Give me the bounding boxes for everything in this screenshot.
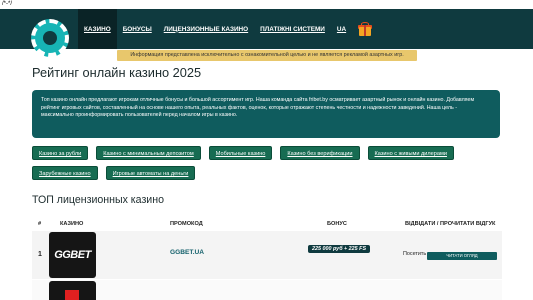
gift-icon[interactable] [358,22,373,36]
casino-chip-logo[interactable] [31,19,69,57]
column-number: # [38,221,42,227]
page-title: Рейтинг онлайн казино 2025 [32,65,202,80]
table-row: 1 GGBET GGBET.UA 225 000 руб + 225 FS По… [32,231,502,279]
code-comment: /*-*/ [0,0,533,9]
disclaimer-notice: Информация представлена исключительно с … [117,50,417,61]
casino-logo[interactable] [49,281,96,300]
visit-link[interactable]: Посетить [403,251,426,257]
column-bonus: БОНУС [327,221,347,227]
bonus-badge: 225 000 руб + 225 FS [308,245,371,253]
main-nav: КАЗИНО БОНУСЫ ЛИЦЕНЗИОННЫЕ КАЗИНО ПЛАТІЖ… [78,9,373,49]
tag-min-deposit[interactable]: Казино с минимальным депозитом [96,146,201,160]
nav-item-payment-systems[interactable]: ПЛАТІЖНІ СИСТЕМИ [254,9,331,49]
category-tags: Казино за рубли Казино с минимальным деп… [32,146,502,180]
row-number: 1 [38,251,42,258]
nav-item-licensed-casinos[interactable]: ЛИЦЕНЗИОННЫЕ КАЗИНО [158,9,254,49]
tag-foreign[interactable]: Зарубежные казино [32,166,98,180]
tag-rubles[interactable]: Казино за рубли [32,146,89,160]
column-casino: КАЗИНО [60,221,84,227]
column-visit-review: ВІДВІДАТИ / ПРОЧИТАТИ ВІДГУК [405,221,496,227]
casino-logo[interactable]: GGBET [49,232,96,278]
read-review-button[interactable]: ЧИТАТИ ОГЛЯД [427,252,497,260]
tag-live-dealers[interactable]: Казино с живыми дилерами [367,146,454,160]
column-promo: ПРОМОКОД [170,221,203,227]
table-row [32,280,502,300]
nav-item-bonuses[interactable]: БОНУСЫ [117,9,158,49]
nav-item-language[interactable]: UA [331,9,352,49]
tag-no-verification[interactable]: Казино без верификации [280,146,360,160]
tag-mobile[interactable]: Мобильные казино [208,146,273,160]
section-title: ТОП лицензионных казино [32,194,164,206]
tag-slots-money[interactable]: Игровые автоматы на деньги [105,166,196,180]
promo-code[interactable]: GGBET.UA [170,249,204,256]
table-header: # КАЗИНО ПРОМОКОД БОНУС ВІДВІДАТИ / ПРОЧ… [32,218,502,230]
intro-text: Топ казино онлайн предлагают игрокам отл… [32,90,500,138]
nav-item-casino[interactable]: КАЗИНО [78,9,117,49]
